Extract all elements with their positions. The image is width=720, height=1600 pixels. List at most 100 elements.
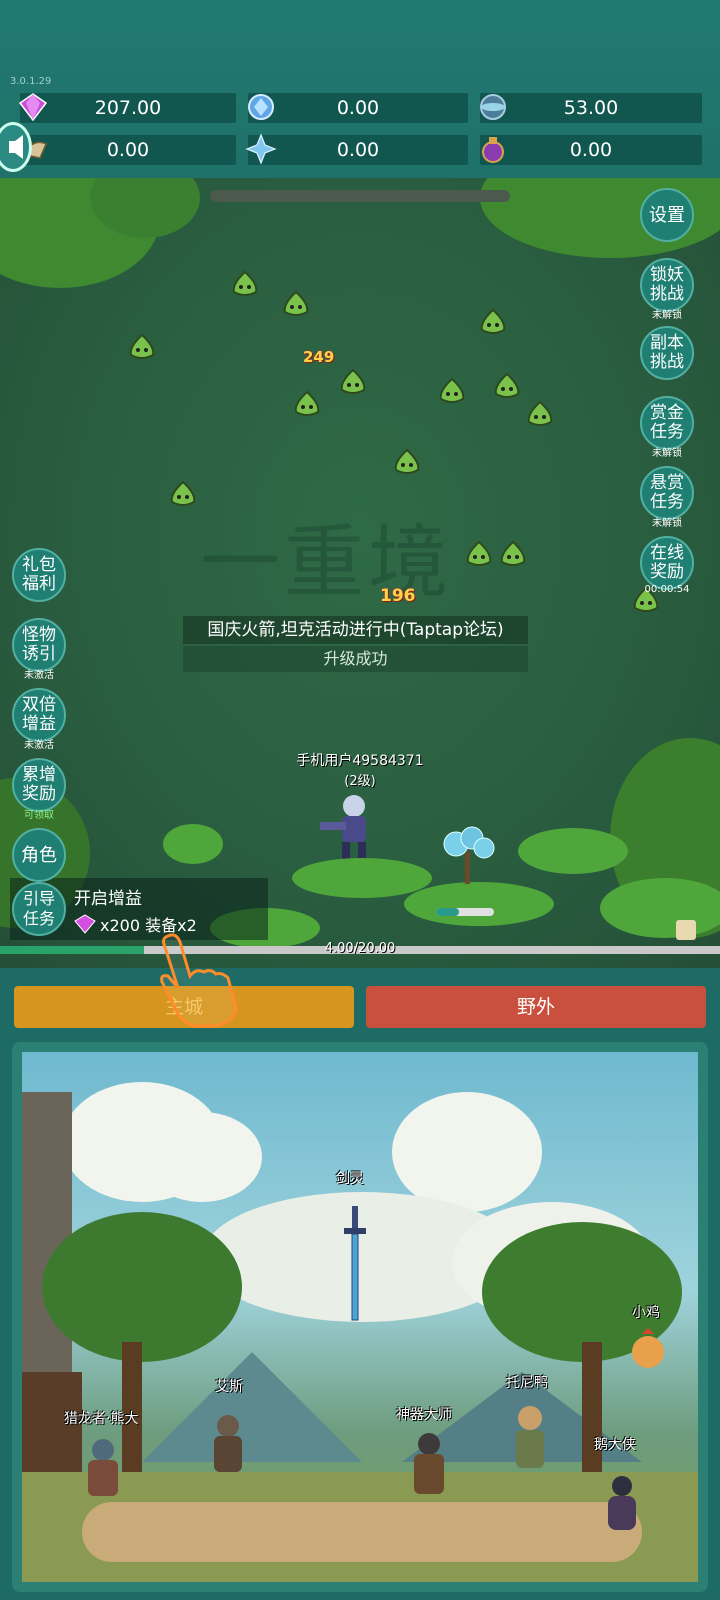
resource-horn: 0.00: [20, 135, 236, 165]
npc-label: 鹅大侠: [594, 1437, 636, 1453]
artifact-master-npc[interactable]: [406, 1430, 452, 1498]
slime-monster: [294, 390, 320, 416]
npc-label: 剑灵: [336, 1171, 364, 1187]
online-reward-button[interactable]: 在线奖励: [640, 536, 694, 590]
reward-task-status: 未解锁: [652, 518, 682, 529]
resource-value: 0.00: [569, 139, 613, 161]
slime-monster: [480, 308, 506, 334]
resource-value: 0.00: [106, 139, 150, 161]
slime-monster: [466, 540, 492, 566]
resource-panel: 3.0.1.29 207.00 0.00 53.00 0.00 0.00 0.0…: [0, 0, 720, 178]
cumulative-reward-status: 可领取: [24, 810, 54, 821]
slime-monster: [527, 400, 553, 426]
experience-text: 4.00/20.00: [324, 941, 396, 956]
online-reward-label: 在线奖励: [650, 543, 684, 582]
resource-value: 0.00: [336, 97, 380, 119]
bush-platform: [292, 858, 432, 898]
npc-label: 托尼鸭: [506, 1375, 548, 1391]
mountain: [142, 1352, 362, 1462]
player-level: (2级): [344, 774, 376, 789]
dungeon-challenge-label: 副本挑战: [650, 333, 684, 372]
cloud: [142, 1112, 262, 1202]
npc-label: 猎龙者·熊大: [64, 1411, 139, 1427]
monster-lure-label: 怪物诱引: [22, 625, 56, 664]
resource-gems: 207.00: [18, 93, 236, 123]
tree-health-bar: [436, 908, 494, 916]
npc-label: 艾斯: [215, 1379, 243, 1395]
damage-number: 196: [380, 586, 416, 606]
speaker-icon: [9, 135, 23, 159]
resource-value: 207.00: [94, 97, 162, 119]
settings-label: 设置: [649, 204, 685, 226]
tap-hand-icon: [160, 933, 238, 1028]
demon-challenge-label: 锁妖挑战: [650, 265, 684, 304]
level-up-message: 升级成功: [183, 646, 528, 672]
guide-task-label: 引导任务: [22, 889, 55, 928]
tree-canopy: [42, 1212, 242, 1362]
player-character: [320, 795, 366, 860]
dirt-path: [82, 1502, 642, 1562]
bush: [163, 824, 223, 864]
resource-ice: 0.00: [245, 133, 468, 165]
resource-potion: 0.00: [480, 135, 702, 165]
ais-npc[interactable]: [206, 1412, 250, 1476]
double-boost-label: 双倍增益: [22, 695, 56, 734]
bounty-task-label: 赏金任务: [650, 403, 684, 442]
guide-task-title: 开启增益: [74, 889, 142, 909]
bubble-tree: [443, 826, 495, 884]
demon-challenge-button[interactable]: 锁妖挑战: [640, 258, 694, 312]
tree-trunk: [582, 1342, 602, 1482]
slime-monster: [494, 372, 520, 398]
sound-toggle-button[interactable]: [0, 122, 32, 172]
dragon-hunter-npc[interactable]: [78, 1436, 128, 1500]
chick-npc[interactable]: [626, 1326, 670, 1374]
stage-progress-bar: [210, 190, 510, 202]
damage-number: 249: [303, 348, 335, 366]
gift-pack-button[interactable]: 礼包福利: [12, 548, 66, 602]
town-scene: 剑灵 小鸡 艾斯 托尼鸭 猎龙者·熊大 神器大师 鹅大侠: [22, 1052, 698, 1582]
slime-monster: [129, 333, 155, 359]
bush-platform: [404, 882, 554, 926]
settings-button[interactable]: 设置: [640, 188, 694, 242]
cumulative-reward-button[interactable]: 累增奖励: [12, 758, 66, 812]
npc-label: 神器大师: [396, 1407, 452, 1423]
scroll-icon[interactable]: [676, 920, 696, 940]
sword-spirit-npc[interactable]: [340, 1204, 370, 1324]
reward-task-label: 悬赏任务: [650, 473, 684, 512]
resource-crystal: 0.00: [248, 93, 468, 123]
guide-task-button[interactable]: 引导任务: [12, 882, 66, 936]
reward-task-button[interactable]: 悬赏任务: [640, 466, 694, 520]
cumulative-reward-label: 累增奖励: [22, 765, 56, 804]
bush: [600, 878, 720, 938]
cloud: [392, 1092, 542, 1212]
tony-duck-npc[interactable]: [508, 1402, 552, 1472]
slime-monster: [394, 448, 420, 474]
character-button[interactable]: 角色: [12, 828, 66, 882]
slime-monster: [232, 270, 258, 296]
bounty-task-button[interactable]: 赏金任务: [640, 396, 694, 450]
slime-monster: [439, 377, 465, 403]
double-boost-status: 未激活: [24, 740, 54, 751]
dungeon-challenge-button[interactable]: 副本挑战: [640, 326, 694, 380]
slime-monster: [340, 368, 366, 394]
slime-monster: [283, 290, 309, 316]
resource-value: 0.00: [336, 139, 380, 161]
double-boost-button[interactable]: 双倍增益: [12, 688, 66, 742]
slime-monster: [170, 480, 196, 506]
gift-pack-label: 礼包福利: [22, 555, 56, 594]
monster-lure-status: 未激活: [24, 670, 54, 681]
character-label: 角色: [21, 844, 57, 866]
resource-orb: 53.00: [480, 93, 702, 123]
battle-field: 一重境 249 196 国庆火箭,坦克活动进行中(Taptap论坛) 升级成功 …: [0, 178, 720, 968]
version-label: 3.0.1.29: [10, 76, 52, 87]
purple-gem-icon: [74, 914, 96, 934]
monster-lure-button[interactable]: 怪物诱引: [12, 618, 66, 672]
player-name: 手机用户49584371: [296, 753, 424, 769]
goose-hero-npc[interactable]: [600, 1472, 644, 1534]
event-notice: 国庆火箭,坦克活动进行中(Taptap论坛): [183, 616, 528, 644]
bush: [518, 828, 628, 874]
online-reward-timer: 00:00:54: [644, 584, 690, 595]
wild-button[interactable]: 野外: [366, 986, 706, 1028]
npc-label: 小鸡: [632, 1305, 660, 1321]
slime-monster: [500, 540, 526, 566]
